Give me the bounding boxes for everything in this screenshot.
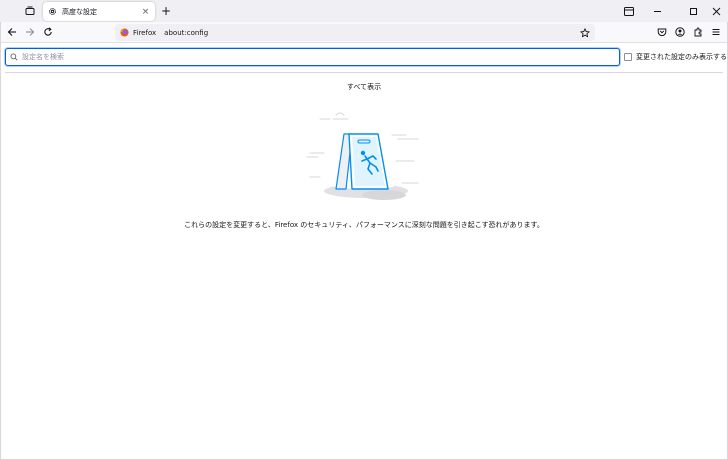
forward-arrow-icon — [26, 28, 35, 36]
menu-icon — [712, 29, 720, 35]
show-all-button[interactable]: すべて表示 — [0, 82, 728, 92]
url-bar[interactable]: Firefox about:config — [115, 24, 595, 41]
reload-icon — [44, 27, 52, 36]
caution-sign-illustration — [306, 112, 419, 200]
warning-message: これらの設定を変更すると、Firefox のセキュリティ、パフォーマンスに深刻な… — [184, 221, 544, 229]
navigation-toolbar: Firefox about:config — [0, 22, 728, 43]
new-tab-button[interactable]: + — [158, 3, 174, 19]
tabs-list-icon — [25, 6, 35, 15]
window-tabs-icon — [624, 6, 634, 16]
search-input[interactable] — [22, 53, 602, 61]
tab-advanced-preferences[interactable]: 高度な設定 × — [43, 2, 155, 21]
extensions-button[interactable] — [690, 24, 706, 40]
maximize-icon — [689, 7, 697, 15]
divider — [5, 72, 723, 73]
tab-strip: 高度な設定 × + — [0, 0, 728, 22]
account-icon — [675, 27, 685, 37]
window-tabs-button[interactable] — [616, 0, 642, 22]
window-border-left — [0, 22, 1, 460]
back-arrow-icon — [7, 28, 16, 36]
extensions-icon — [694, 27, 702, 37]
url-text[interactable]: about:config — [164, 29, 208, 37]
firefox-logo-icon — [120, 28, 129, 37]
identity-label: Firefox — [133, 28, 157, 37]
app-menu-button[interactable] — [708, 24, 724, 40]
modified-only-label[interactable]: 変更された設定のみ表示する — [636, 52, 727, 62]
modified-only-toggle[interactable]: 変更された設定のみ表示する — [624, 52, 727, 62]
minimize-icon — [653, 10, 661, 12]
close-icon[interactable]: × — [139, 5, 152, 18]
list-all-tabs-button[interactable] — [22, 3, 38, 19]
forward-button[interactable] — [22, 24, 38, 40]
search-icon — [10, 53, 18, 61]
window-close-button[interactable] — [703, 0, 728, 22]
bookmark-star-icon[interactable] — [579, 27, 590, 38]
minimize-button[interactable] — [644, 0, 670, 22]
account-button[interactable] — [672, 24, 688, 40]
window-close-icon — [712, 7, 720, 15]
search-box[interactable] — [5, 48, 620, 66]
settings-gear-icon — [48, 7, 57, 16]
page-content: 変更された設定のみ表示する すべて表示 — [0, 43, 728, 460]
pocket-button[interactable] — [654, 24, 670, 40]
tab-title: 高度な設定 — [62, 7, 97, 16]
reload-button[interactable] — [40, 24, 56, 40]
back-button[interactable] — [4, 24, 20, 40]
pocket-icon — [657, 28, 667, 37]
modified-only-checkbox[interactable] — [624, 53, 632, 61]
identity-box[interactable]: Firefox — [115, 24, 156, 41]
